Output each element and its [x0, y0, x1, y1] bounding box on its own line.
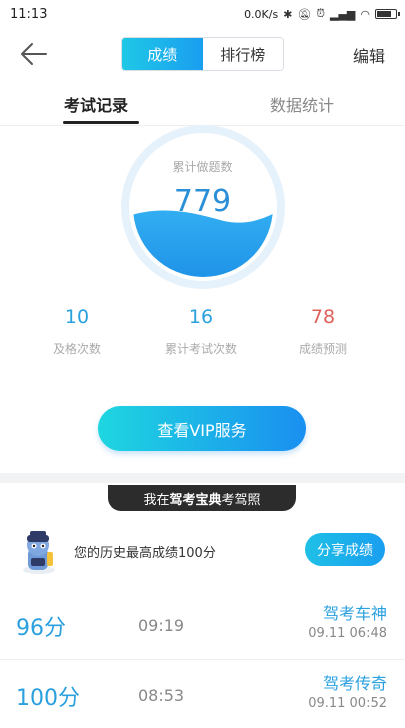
segment-score[interactable]: 成绩: [122, 38, 203, 70]
list-item[interactable]: 96分 09:19 驾考车神 09.11 06:48: [0, 596, 405, 658]
segment-control: 成绩 排行榜: [121, 37, 284, 71]
list-item[interactable]: 100分 08:53 驾考传奇 09.11 00:52: [0, 666, 405, 728]
battery-icon: [375, 9, 400, 19]
status-icons: 0.0K/s ✱ 🔕︎ ⏰︎ ▂▄▆ ◠: [244, 7, 400, 21]
best-score-text: 您的历史最高成绩100分: [74, 546, 216, 561]
signal-icon: ▂▄▆: [330, 7, 356, 21]
status-time: 11:13: [10, 6, 48, 22]
banner-prefix: 我在: [143, 492, 170, 508]
record-title: 驾考车神: [322, 604, 387, 623]
record-duration: 08:53: [138, 686, 185, 705]
stat-label: 成绩预测: [298, 342, 347, 356]
mascot-avatar: [23, 531, 55, 574]
mute-icon: 🔕︎: [297, 7, 312, 21]
record-date: 09.11 00:52: [308, 696, 387, 711]
section-separator: [0, 473, 405, 483]
banner-brand: 驾考宝典: [169, 492, 222, 508]
divider: [0, 659, 405, 660]
edit-button[interactable]: 编辑: [353, 43, 385, 67]
stat-label: 累计考试次数: [164, 342, 237, 356]
brand-banner: 我在 驾考宝典 考驾照: [108, 485, 296, 511]
gauge-value: 779: [173, 184, 232, 219]
gauge-wave: [133, 208, 273, 277]
status-bar: 11:13 0.0K/s ✱ 🔕︎ ⏰︎ ▂▄▆ ◠: [0, 0, 405, 28]
segment-ranking[interactable]: 排行榜: [202, 38, 283, 70]
tab-data-stats[interactable]: 数据统计: [270, 92, 334, 116]
alarm-icon: ⏰︎: [316, 7, 325, 20]
record-date: 09.11 06:48: [308, 626, 387, 641]
share-score-button[interactable]: 分享成绩: [305, 533, 385, 566]
stat-value: 10: [64, 306, 90, 328]
stat-label: 及格次数: [52, 342, 101, 356]
tab-bar: 考试记录 数据统计: [0, 88, 405, 126]
stats-row: 10 及格次数 16 累计考试次数 78 成绩预测: [0, 306, 405, 366]
tab-exam-records[interactable]: 考试记录: [64, 92, 128, 116]
record-score: 96分: [16, 616, 66, 641]
stat-pass-count: 10 及格次数: [12, 306, 142, 357]
network-speed: 0.0K/s: [244, 7, 279, 21]
record-duration: 09:19: [138, 616, 185, 635]
stat-value: 78: [310, 306, 336, 328]
record-score: 100分: [16, 686, 80, 711]
bluetooth-icon: ✱: [283, 7, 293, 21]
arrow-left-icon: [21, 43, 47, 65]
tab-indicator: [63, 121, 139, 124]
wifi-icon: ◠: [360, 7, 370, 21]
stat-score-prediction: 78 成绩预测: [258, 306, 388, 357]
banner-suffix: 考驾照: [221, 492, 261, 508]
nav-bar: 成绩 排行榜 编辑: [0, 28, 405, 80]
vip-service-button[interactable]: 查看VIP服务: [98, 406, 306, 451]
back-button[interactable]: [18, 40, 50, 68]
stat-exam-count: 16 累计考试次数: [136, 306, 266, 357]
record-title: 驾考传奇: [322, 674, 387, 693]
stat-value: 16: [188, 306, 214, 328]
gauge-label: 累计做题数: [172, 160, 233, 174]
